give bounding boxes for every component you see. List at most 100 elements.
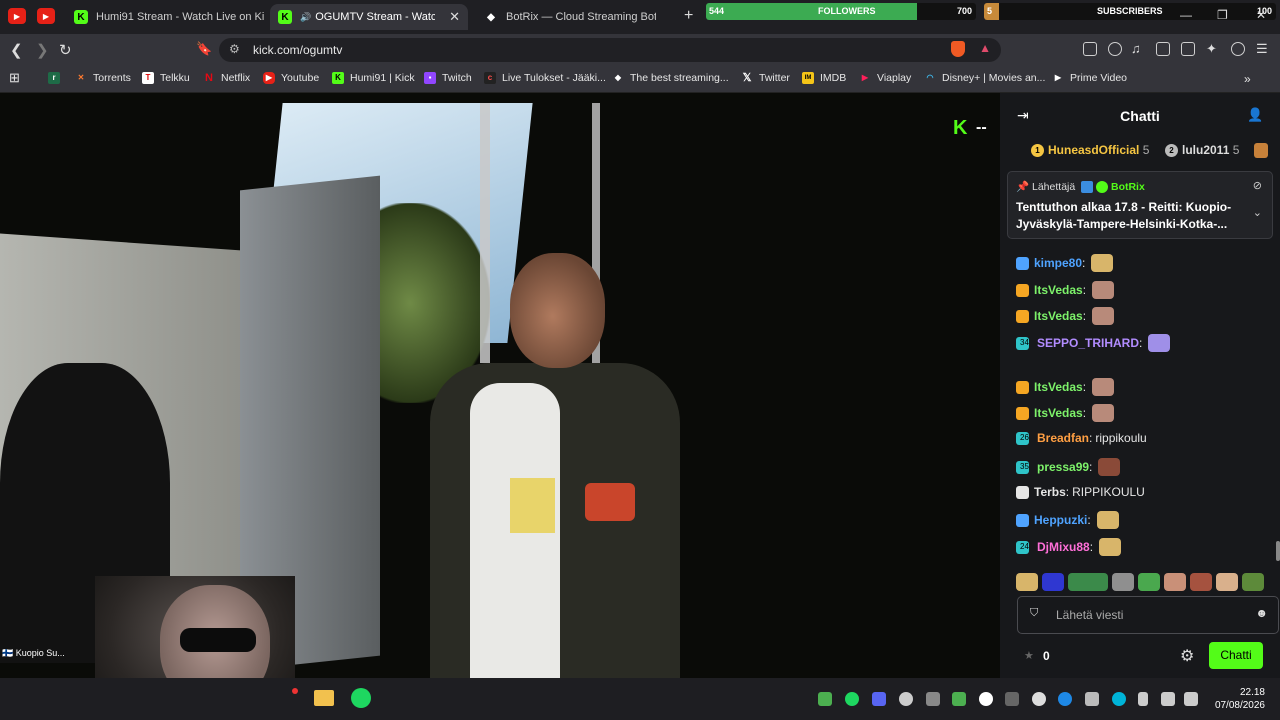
tray-obs-icon[interactable]	[1032, 692, 1046, 706]
menu-icon[interactable]: ☰	[1256, 41, 1268, 57]
minimize-icon[interactable]: —	[1180, 8, 1192, 22]
screenshot-icon[interactable]	[1083, 42, 1097, 56]
chat-emote-icon	[1096, 511, 1119, 529]
chat-emote-icon	[1092, 307, 1115, 325]
chat-emote-icon	[1092, 378, 1115, 396]
chat-settings-icon[interactable]: ⚙	[1180, 646, 1194, 666]
bookmark-telkku[interactable]: T Telkku	[142, 72, 190, 84]
emote-face-icon[interactable]	[1164, 573, 1186, 591]
leaderboard-entry[interactable]: 1 HuneasdOfficial 5	[1031, 143, 1149, 158]
emote-pepe-icon[interactable]	[1138, 573, 1160, 591]
chat-username[interactable]: DjMixu88	[1037, 540, 1090, 554]
bluetooth-icon[interactable]	[1058, 692, 1072, 706]
edge-icon[interactable]	[1112, 692, 1126, 706]
forward-icon[interactable]: ❯	[36, 41, 49, 59]
file-explorer-icon[interactable]	[314, 690, 334, 706]
chat-username[interactable]: pressa99	[1037, 460, 1089, 474]
bookmark-torrents[interactable]: ✕ Torrents	[75, 72, 131, 84]
emote-grey-icon[interactable]	[1112, 573, 1134, 591]
chat-username[interactable]: ItsVedas	[1034, 309, 1083, 323]
tab-botrix[interactable]: ◆ BotRix — Cloud Streaming Bot for Twitc…	[478, 4, 668, 30]
tray-play-icon[interactable]	[952, 692, 966, 706]
brave-shields-icon[interactable]	[951, 41, 965, 57]
emote-face2-icon[interactable]	[1190, 573, 1212, 591]
tab-humi91[interactable]: K Humi91 Stream - Watch Live on Kick	[68, 4, 264, 30]
vpn-icon[interactable]	[1231, 42, 1245, 56]
rewards-icon[interactable]: ▲	[979, 41, 991, 55]
cloud-icon[interactable]	[899, 692, 913, 706]
restore-icon[interactable]: ❐	[1217, 8, 1228, 22]
emote-frog-icon[interactable]	[1242, 573, 1264, 591]
wallet-icon[interactable]	[1181, 42, 1195, 56]
emote-hands-icon[interactable]	[1016, 573, 1038, 591]
bookmark-livetulokset[interactable]: c Live Tulokset - Jääki...	[484, 72, 606, 84]
reload-icon[interactable]: ↻	[59, 41, 72, 59]
new-tab-button[interactable]: +	[684, 7, 693, 25]
pinned-youtube-tab[interactable]: ▶	[8, 8, 26, 24]
chat-username[interactable]: ItsVedas	[1034, 380, 1083, 394]
expand-pin-icon[interactable]: ⌄	[1253, 206, 1262, 219]
chat-username[interactable]: ItsVedas	[1034, 406, 1083, 420]
finland-flag-icon: 🇫🇮	[2, 648, 16, 658]
bookmark-icon[interactable]: 🔖	[196, 41, 212, 57]
pinned-youtube-tab-2[interactable]: ▶	[37, 8, 55, 24]
chat-username[interactable]: Terbs	[1034, 485, 1066, 499]
chat-username[interactable]: ItsVedas	[1034, 283, 1083, 297]
chat-scrollbar[interactable]	[1276, 541, 1280, 561]
bookmark-viaplay[interactable]: ▶ Viaplay	[859, 72, 911, 84]
bookmark-disney[interactable]: ◠ Disney+ | Movies an...	[924, 72, 1046, 84]
user-badge-icon	[1016, 406, 1029, 420]
extensions-icon[interactable]	[1108, 42, 1122, 56]
bookmark-twitch[interactable]: ▪ Twitch	[424, 72, 472, 84]
chat-username[interactable]: kimpe80	[1034, 256, 1082, 270]
chat-username[interactable]: Breadfan	[1037, 431, 1089, 445]
bookmarks-bar: ⊞ r ✕ Torrents T Telkku N Netflix ▶ Youtube …	[0, 66, 1280, 93]
bookmark-prime[interactable]: ▶ Prime Video	[1052, 72, 1127, 84]
emoji-picker-icon[interactable]: ☻	[1255, 606, 1268, 620]
bookmark-beststreaming[interactable]: ◆ The best streaming...	[612, 72, 729, 84]
chat-input[interactable]: ⛉ Lähetä viesti ☻	[1017, 596, 1279, 634]
tray-app-icon[interactable]	[818, 692, 832, 706]
chat-username[interactable]: SEPPO_TRIHARD	[1037, 336, 1139, 350]
pinned-message[interactable]: 📌 Lähettäjä BotRix ⊘ Tenttuthon alkaa 17…	[1007, 171, 1273, 239]
network-icon[interactable]	[1184, 692, 1198, 706]
system-clock[interactable]: 22.18 07/08/2026	[1207, 686, 1265, 712]
emote-face3-icon[interactable]	[1216, 573, 1238, 591]
spotify-icon[interactable]	[351, 688, 371, 708]
tray-spotify-icon[interactable]	[845, 692, 859, 706]
microphone-icon[interactable]	[1138, 692, 1148, 706]
volume-icon[interactable]	[1161, 692, 1175, 706]
tray-record-icon[interactable]	[979, 692, 993, 706]
send-chat-button[interactable]: Chatti	[1209, 642, 1263, 669]
back-icon[interactable]: ❮	[10, 41, 23, 59]
bookmark-netflix[interactable]: N Netflix	[203, 72, 250, 84]
chat-username[interactable]: Heppuzki	[1034, 513, 1087, 527]
bookmark-twitter[interactable]: 𝕏 Twitter	[741, 72, 790, 84]
chat-users-icon[interactable]: 👤	[1247, 107, 1263, 123]
emote-long-icon[interactable]	[1068, 573, 1108, 591]
hide-pin-icon[interactable]: ⊘	[1253, 179, 1262, 192]
site-info-icon[interactable]: ⚙	[229, 42, 240, 56]
apps-grid-icon[interactable]: ⊞	[9, 70, 20, 86]
chat-emote-icon	[1098, 458, 1121, 476]
tray-game-icon[interactable]	[926, 692, 940, 706]
media-icon[interactable]: ♫	[1131, 41, 1141, 56]
phone-link-icon[interactable]	[1085, 692, 1099, 706]
bookmark-humi91[interactable]: K Humi91 | Kick	[332, 72, 415, 84]
more-bookmarks-icon[interactable]: »	[1244, 72, 1251, 86]
emote-blue-icon[interactable]	[1042, 573, 1064, 591]
bookmark-imdb[interactable]: IM IMDB	[802, 72, 846, 84]
pinned-header: 📌 Lähettäjä BotRix	[1016, 181, 1145, 194]
tab-ogumtv[interactable]: K 🔊 OGUMTV Stream - Watch Live on Kick ✕	[270, 4, 468, 30]
leaderboard-entry[interactable]: 2 lulu2011 5	[1165, 143, 1239, 158]
close-window-icon[interactable]: ✕	[1256, 8, 1266, 22]
livescore-icon: c	[484, 72, 496, 84]
bookmark-youtube[interactable]: ▶ Youtube	[263, 72, 319, 84]
sidebar-icon[interactable]	[1156, 42, 1170, 56]
leo-icon[interactable]: ✦	[1206, 41, 1217, 57]
close-tab-icon[interactable]: ✕	[441, 9, 468, 25]
tray-steam-icon[interactable]	[1005, 692, 1019, 706]
bookmark-item[interactable]: r	[48, 72, 66, 84]
discord-icon[interactable]	[872, 692, 886, 706]
address-bar[interactable]: ⚙ kick.com/ogumtv ▲	[219, 38, 1001, 62]
